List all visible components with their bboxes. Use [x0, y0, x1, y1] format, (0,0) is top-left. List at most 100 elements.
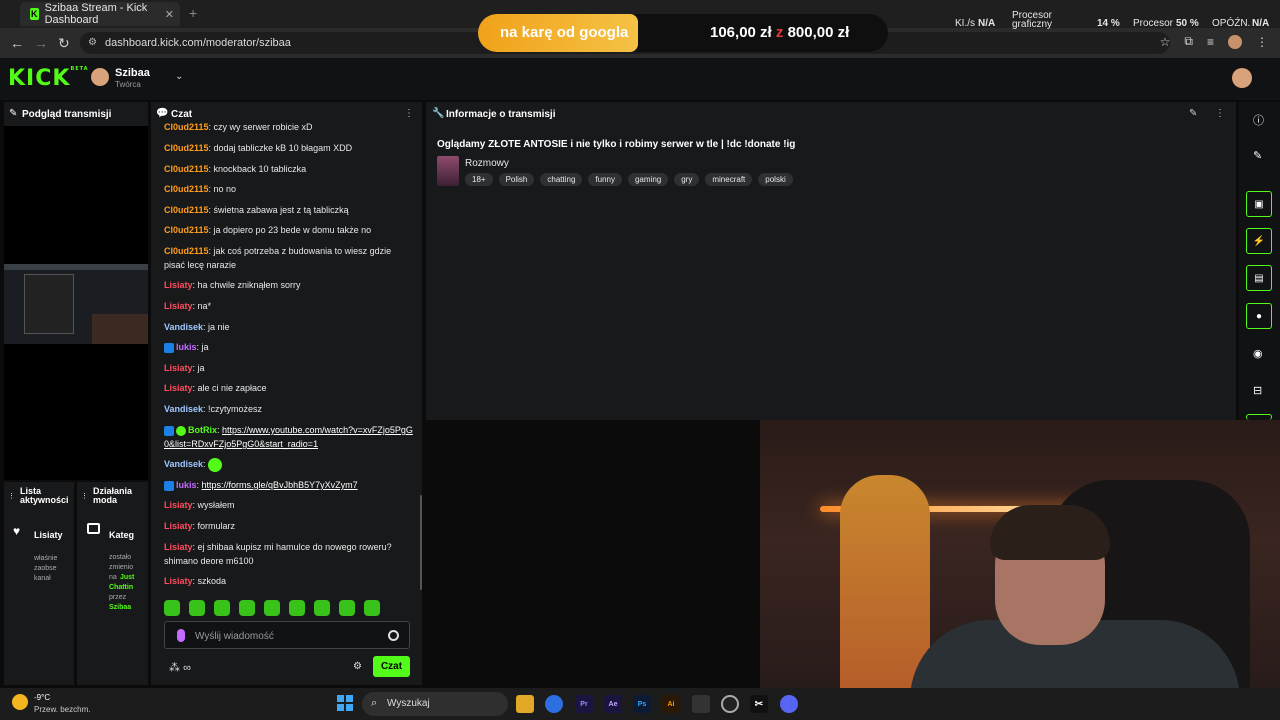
chat-username[interactable]: Lisiaty — [164, 280, 193, 290]
user-avatar[interactable] — [1232, 68, 1252, 88]
emote-icon[interactable] — [314, 600, 330, 616]
mic-icon[interactable] — [177, 629, 185, 642]
taskbar-search[interactable] — [362, 692, 508, 716]
chat-scrollbar[interactable] — [420, 495, 422, 590]
chat-username[interactable]: Cl0ud2115 — [164, 164, 209, 174]
lightning-icon[interactable]: ⚡ — [1246, 228, 1272, 254]
capcut-icon[interactable]: ✂ — [750, 695, 768, 713]
emote-icon[interactable] — [164, 600, 180, 616]
chat-username[interactable]: Cl0ud2115 — [164, 143, 209, 153]
bookmark-star-icon[interactable]: ☆ — [1160, 35, 1171, 49]
profile-avatar-icon[interactable] — [1228, 34, 1242, 49]
tag[interactable]: funny — [588, 173, 622, 186]
media-control-icon[interactable]: ≡ — [1207, 35, 1214, 49]
chat-send-button[interactable]: Czat — [373, 656, 410, 677]
chat-menu-icon[interactable]: ⋮ — [404, 108, 414, 119]
weather-description[interactable]: Przew. bezchm. — [34, 705, 90, 714]
tag[interactable]: gaming — [627, 173, 669, 186]
chat-link[interactable]: https://forms.gle/qBvJbhB5Y7yXvZym7 — [202, 480, 358, 490]
chat-username[interactable]: Lisiaty — [164, 521, 193, 531]
back-icon[interactable]: ← — [10, 35, 24, 51]
tag[interactable]: polski — [758, 173, 793, 186]
obs-icon[interactable] — [721, 695, 739, 713]
info-icon[interactable]: ⓘ — [1253, 112, 1264, 128]
discord-icon[interactable] — [780, 695, 798, 713]
stream-category[interactable]: Rozmowy — [465, 158, 509, 169]
illustrator-icon[interactable]: Ai — [662, 695, 680, 713]
chat-input-box[interactable] — [164, 621, 410, 649]
drag-icon[interactable]: ⋮ — [8, 492, 15, 500]
tag[interactable]: gry — [674, 173, 700, 186]
kick-logo[interactable]: KICKBETA — [8, 66, 89, 91]
edit-pencil-icon[interactable]: ✎ — [1189, 108, 1197, 119]
channel-avatar[interactable] — [91, 68, 109, 86]
close-tab-icon[interactable]: ✕ — [165, 8, 174, 21]
chat-text: : na* — [192, 301, 212, 311]
reload-icon[interactable]: ↻ — [58, 35, 70, 52]
chat-username[interactable]: Vandisek — [164, 404, 203, 414]
broadcast-icon[interactable]: ◉ — [1253, 347, 1263, 360]
chat-username[interactable]: lukis — [176, 480, 197, 490]
emote-icon[interactable] — [289, 600, 305, 616]
weather-temperature[interactable]: -9°C — [34, 693, 50, 702]
file-explorer-icon[interactable] — [516, 695, 534, 713]
forward-icon[interactable]: → — [34, 35, 48, 51]
chat-username[interactable]: Lisiaty — [164, 363, 193, 373]
chat-username[interactable]: Vandisek — [164, 322, 203, 332]
clip-action-icon[interactable]: ▣ — [1246, 191, 1272, 217]
extensions-icon[interactable]: ⧉ — [1184, 34, 1193, 49]
browser-tab[interactable]: K Szibaa Stream - Kick Dashboard ✕ — [20, 2, 180, 26]
chat-username[interactable]: Lisiaty — [164, 383, 193, 393]
emoji-picker-icon[interactable] — [388, 630, 399, 641]
weather-icon[interactable] — [12, 694, 28, 710]
chat-username[interactable]: Cl0ud2115 — [164, 122, 209, 132]
emote-icon[interactable] — [214, 600, 230, 616]
site-info-icon[interactable]: ⚙ — [88, 37, 97, 48]
chat-username[interactable]: lukis — [176, 342, 197, 352]
tag[interactable]: minecraft — [705, 173, 753, 186]
tag[interactable]: 18+ — [465, 173, 493, 186]
chat-username[interactable]: Lisiaty — [164, 576, 193, 586]
chevron-down-icon[interactable]: ⌄ — [175, 71, 183, 82]
chrome-icon[interactable] — [545, 695, 563, 713]
layout-icon[interactable]: ⊟ — [1253, 384, 1262, 397]
after-effects-icon[interactable]: Ae — [604, 695, 622, 713]
category-thumbnail[interactable] — [437, 156, 459, 186]
chat-username[interactable]: Cl0ud2115 — [164, 246, 209, 256]
premiere-icon[interactable]: Pr — [575, 695, 593, 713]
photoshop-icon[interactable]: Ps — [633, 695, 651, 713]
emote-icon[interactable] — [208, 457, 223, 472]
chat-username[interactable]: BotRix — [188, 425, 217, 435]
preview-video[interactable] — [4, 264, 148, 344]
emote-icon[interactable] — [189, 600, 205, 616]
edit-icon[interactable]: ✎ — [1253, 149, 1262, 162]
drag-icon[interactable]: ⋮ — [81, 492, 88, 500]
chat-username[interactable]: Cl0ud2115 — [164, 184, 209, 194]
new-tab-icon[interactable]: + — [189, 5, 197, 21]
mod-line-2: zmienio — [109, 564, 134, 571]
chat-message-input[interactable] — [195, 628, 375, 644]
chat-username[interactable]: Lisiaty — [164, 542, 193, 552]
chat-settings-gear-icon[interactable]: ⚙ — [353, 661, 362, 672]
chat-username[interactable]: Cl0ud2115 — [164, 205, 209, 215]
tag[interactable]: chatting — [540, 173, 583, 186]
url-text[interactable]: dashboard.kick.com/moderator/szibaa — [105, 37, 291, 49]
emote-icon[interactable] — [239, 600, 255, 616]
chat-message: Vandisek: — [164, 457, 414, 472]
chat-username[interactable]: Cl0ud2115 — [164, 225, 209, 235]
emote-icon[interactable] — [339, 600, 355, 616]
chat-bubble-icon[interactable]: ● — [1246, 303, 1272, 329]
browser-menu-icon[interactable]: ⋮ — [1256, 35, 1268, 49]
emote-icon[interactable] — [364, 600, 380, 616]
info-menu-icon[interactable]: ⋮ — [1215, 108, 1225, 119]
epic-games-icon[interactable] — [692, 695, 710, 713]
emote-icon[interactable] — [264, 600, 280, 616]
channel-name[interactable]: Szibaa — [115, 67, 150, 79]
chat-username[interactable]: Lisiaty — [164, 301, 193, 311]
tag[interactable]: Polish — [498, 173, 535, 186]
windows-start-icon[interactable] — [337, 695, 353, 711]
chat-username[interactable]: Lisiaty — [164, 500, 193, 510]
document-icon[interactable]: ▤ — [1246, 265, 1272, 291]
chat-username[interactable]: Vandisek — [164, 459, 203, 469]
channel-points-icon[interactable]: ⁂ ∞ — [169, 661, 191, 674]
